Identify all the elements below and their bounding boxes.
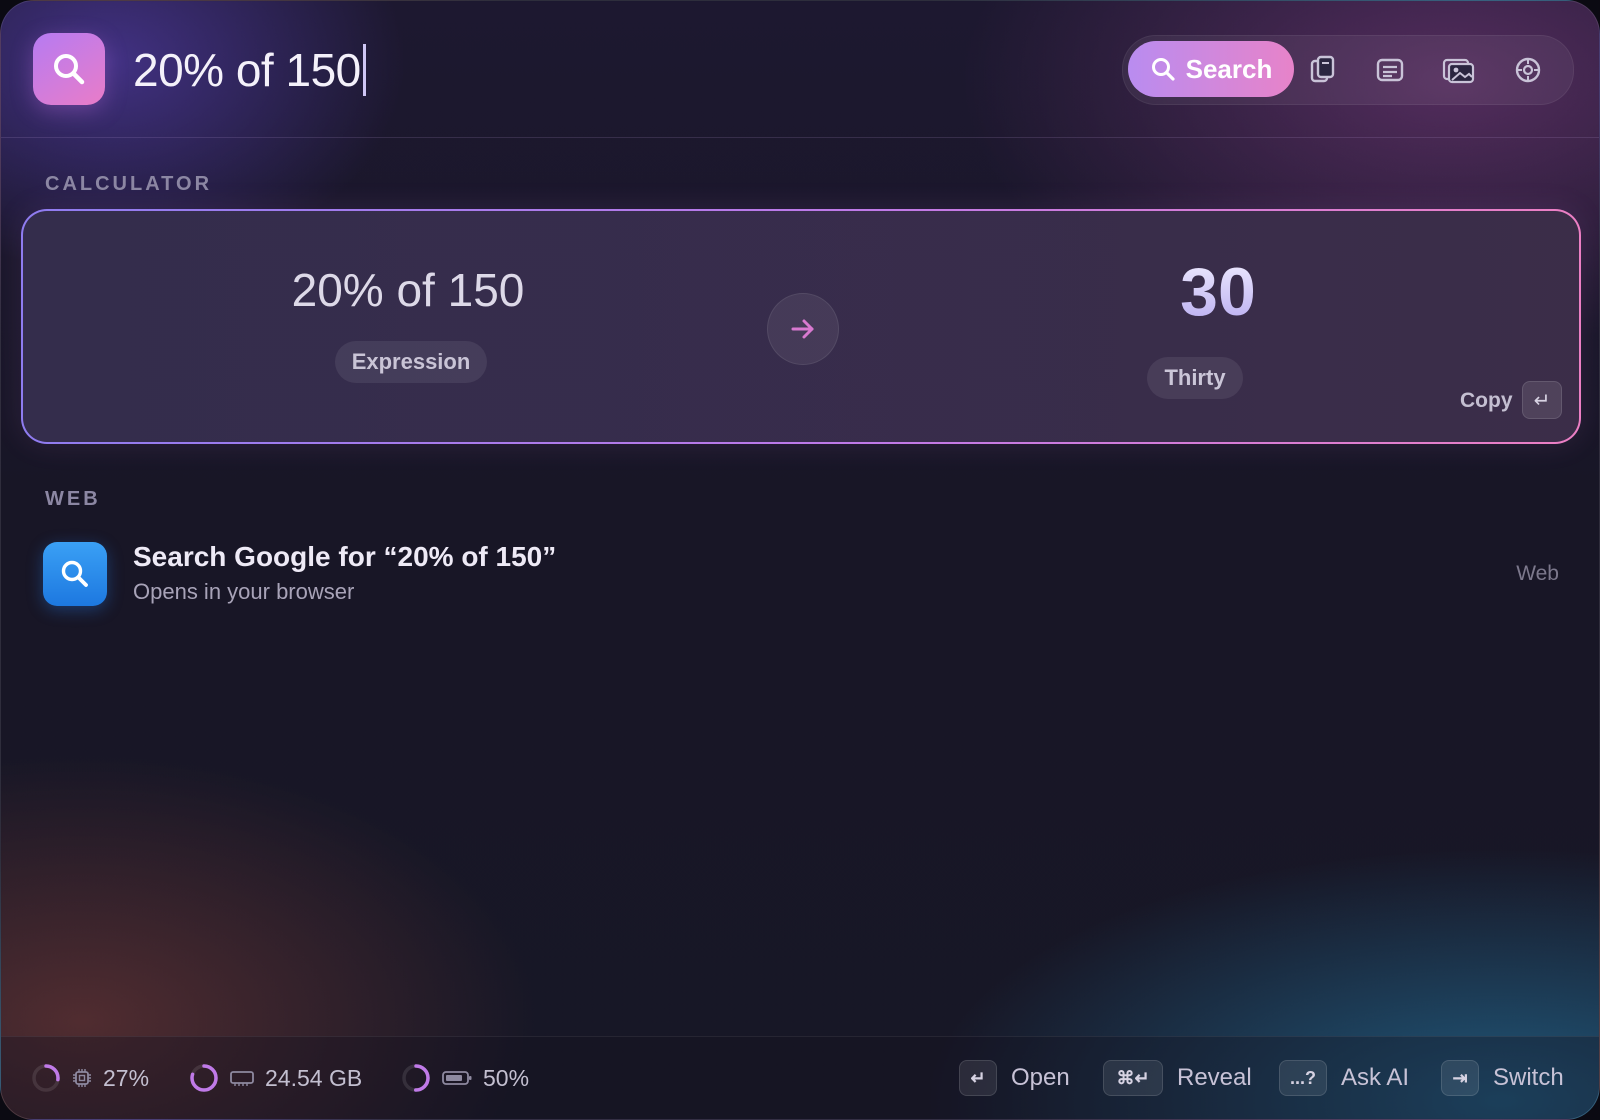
chip-icon: [73, 1069, 91, 1087]
tab-key-icon: ⇥: [1441, 1060, 1479, 1096]
memory-value: 24.54 GB: [265, 1064, 363, 1091]
launcher-window: 20% of 150 Search CALCULATOR 20% of 150: [0, 0, 1600, 1120]
mode-toolbar: Search: [1122, 35, 1574, 105]
expression-tag: Expression: [335, 341, 487, 383]
search-input[interactable]: 20% of 150: [133, 39, 366, 101]
battery-ring-icon: [402, 1064, 430, 1092]
search-header: 20% of 150 Search: [1, 1, 1599, 138]
battery-icon: [442, 1071, 472, 1085]
reveal-action[interactable]: ⌘↵ Reveal: [1103, 1037, 1252, 1119]
arrow-right-icon: [767, 293, 839, 365]
result-words-tag: Thirty: [1147, 357, 1243, 399]
switch-action-label: Switch: [1493, 1064, 1564, 1091]
search-mode-button[interactable]: Search: [1128, 41, 1294, 97]
calc-result: 30: [1023, 253, 1413, 331]
battery-value: 50%: [483, 1064, 530, 1091]
search-icon: [1151, 58, 1175, 81]
memory-icon: [230, 1071, 254, 1086]
reveal-action-label: Reveal: [1177, 1064, 1252, 1091]
search-icon[interactable]: [33, 33, 105, 105]
ask-ai-action-label: Ask AI: [1341, 1064, 1410, 1091]
copy-label[interactable]: Copy: [1460, 389, 1513, 413]
ask-ai-key-icon: ...?: [1279, 1060, 1327, 1096]
cpu-ring-icon: [32, 1064, 60, 1092]
calculator-section-label: CALCULATOR: [45, 173, 213, 195]
notes-icon[interactable]: [1370, 50, 1410, 90]
web-result-subtitle: Opens in your browser: [133, 579, 355, 604]
web-result-title: Search Google for “20% of 150”: [133, 541, 557, 572]
ask-ai-action[interactable]: ...? Ask AI: [1279, 1037, 1409, 1119]
status-footer: 27% 24.54 GB 50% ↵ Open ⌘↵ Reveal ...? A…: [1, 1036, 1599, 1119]
return-key-icon[interactable]: ↵: [1522, 381, 1562, 419]
calc-expression: 20% of 150: [291, 264, 525, 316]
settings-icon[interactable]: [1508, 50, 1548, 90]
battery-stat: 50%: [401, 1037, 529, 1119]
images-icon[interactable]: [1439, 50, 1479, 90]
search-mode-label: Search: [1185, 53, 1273, 84]
web-section-label: WEB: [45, 488, 101, 510]
text-caret: [362, 44, 366, 96]
memory-ring-icon: [190, 1064, 218, 1092]
web-search-icon: [43, 542, 107, 606]
return-key-icon: ↵: [959, 1060, 997, 1096]
command-return-key-icon: ⌘↵: [1103, 1060, 1163, 1096]
cpu-stat: 27%: [31, 1037, 149, 1119]
open-action[interactable]: ↵ Open: [959, 1037, 1070, 1119]
calculator-result-card[interactable]: 20% of 150 Expression 30 Thirty Copy ↵: [21, 209, 1581, 444]
search-query-text: 20% of 150: [133, 44, 361, 96]
open-action-label: Open: [1011, 1064, 1070, 1091]
cpu-value: 27%: [103, 1064, 150, 1091]
memory-stat: 24.54 GB: [189, 1037, 362, 1119]
clipboard-icon[interactable]: [1303, 50, 1343, 90]
web-result-tag: Web: [1516, 562, 1559, 585]
switch-action[interactable]: ⇥ Switch: [1441, 1037, 1564, 1119]
